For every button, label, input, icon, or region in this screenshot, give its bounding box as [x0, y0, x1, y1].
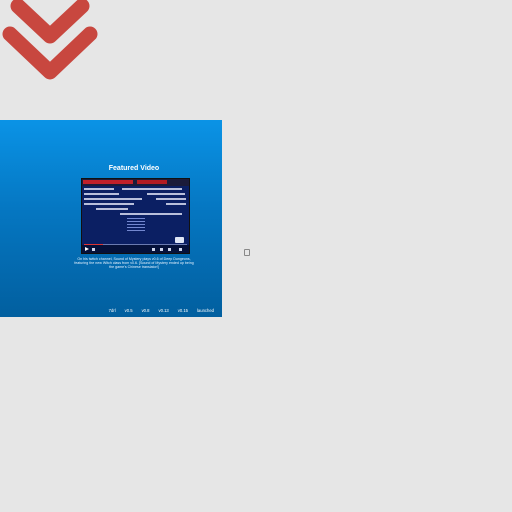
captions-icon[interactable]: [160, 248, 163, 251]
volume-icon[interactable]: [92, 248, 95, 251]
video-chat-line: [156, 198, 186, 200]
play-icon[interactable]: [85, 247, 89, 251]
version-links: 7drl v0.5 v0.8 v0.13 v0.15 launched: [109, 308, 214, 313]
version-link-v0-8[interactable]: v0.8: [142, 308, 150, 313]
double-chevron-down-icon[interactable]: [2, 0, 98, 84]
video-caption: On his twitch channel, Sound of Mystery …: [74, 257, 194, 270]
video-chat-line: [122, 188, 182, 190]
featured-video-title: Featured Video: [108, 165, 160, 172]
hero-banner: Featured Video On his twitch channel, So…: [0, 120, 222, 317]
mouse-cursor-icon: [244, 249, 250, 256]
video-overlay-banner: [137, 180, 167, 184]
featured-video-player[interactable]: [81, 178, 190, 254]
theater-icon[interactable]: [168, 248, 171, 251]
video-chat-line: [147, 193, 185, 195]
video-menu-line: [127, 218, 145, 219]
video-menu-line: [127, 227, 145, 228]
video-overlay-banner: [83, 180, 133, 184]
video-chat-line: [166, 203, 186, 205]
camera-icon[interactable]: [175, 237, 184, 243]
version-link-7drl[interactable]: 7drl: [109, 308, 116, 313]
version-link-launched[interactable]: launched: [197, 308, 214, 313]
fullscreen-icon[interactable]: [179, 248, 182, 251]
settings-icon[interactable]: [152, 248, 155, 251]
video-menu-line: [127, 230, 145, 231]
video-chat-line: [84, 198, 142, 200]
video-menu-line: [127, 224, 145, 225]
version-link-v0-5[interactable]: v0.5: [125, 308, 133, 313]
video-chat-line: [84, 188, 114, 190]
video-chat-line: [120, 213, 182, 215]
video-chat-line: [84, 203, 134, 205]
video-menu-line: [127, 221, 145, 222]
version-link-v0-13[interactable]: v0.13: [159, 308, 169, 313]
video-chat-line: [96, 208, 128, 210]
video-controls-bar: [82, 245, 189, 253]
version-link-v0-15[interactable]: v0.15: [178, 308, 188, 313]
video-chat-line: [84, 193, 119, 195]
